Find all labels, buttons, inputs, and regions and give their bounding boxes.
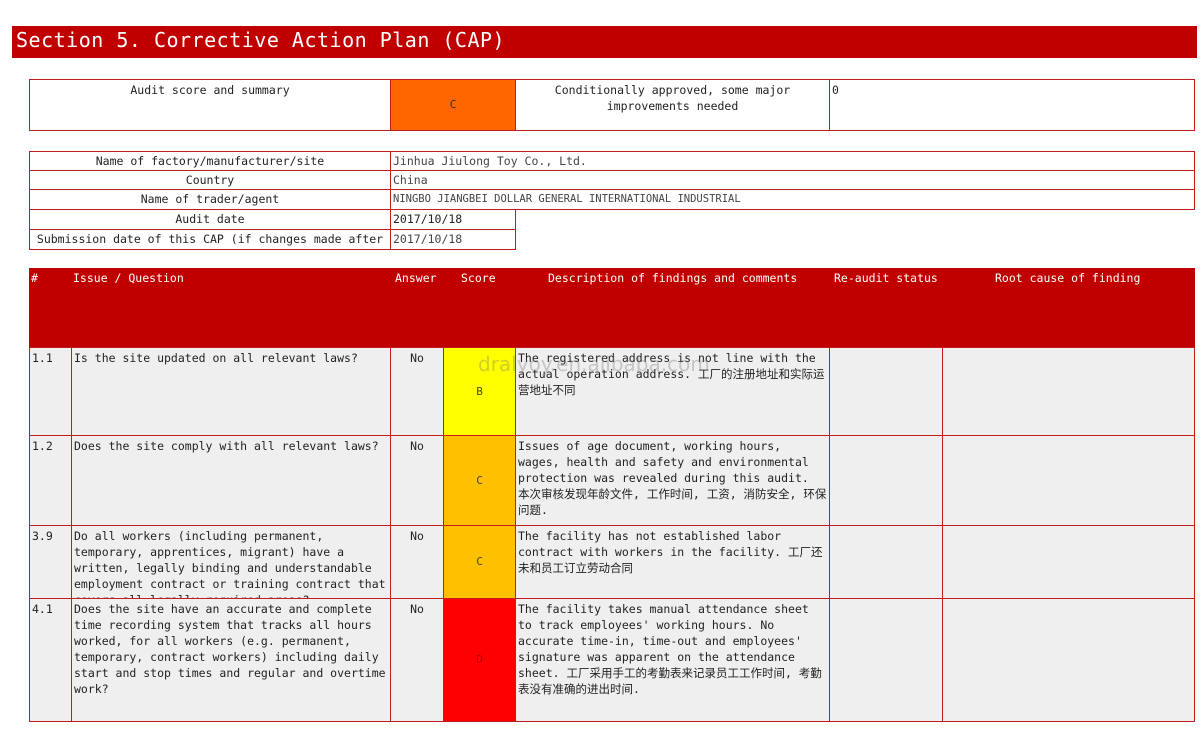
row-num: 1.2	[29, 435, 72, 526]
submission-date-value: 2017/10/18	[390, 229, 516, 250]
header-issue: Issue / Question	[73, 271, 184, 285]
country-value: China	[390, 170, 1195, 190]
row-score: C	[443, 435, 516, 526]
submission-date-label: Submission date of this CAP (if changes …	[29, 229, 391, 250]
row-root-cause	[942, 525, 1195, 599]
header-num: #	[31, 271, 38, 285]
section-title-bar: Section 5. Corrective Action Plan (CAP)	[12, 26, 1197, 58]
row-description: The facility has not established labor c…	[515, 525, 830, 599]
row-root-cause	[942, 435, 1195, 526]
row-root-cause	[942, 347, 1195, 436]
header-root-cause: Root cause of finding	[995, 271, 1141, 285]
watermark: dralyoy.en.alibaba.com	[478, 352, 710, 376]
summary-grade: C	[390, 79, 516, 131]
row-answer: No	[390, 347, 444, 436]
row-root-cause	[942, 598, 1195, 722]
row-answer: No	[390, 435, 444, 526]
trader-label: Name of trader/agent	[29, 189, 391, 210]
row-reaudit	[829, 525, 943, 599]
row-issue: Does the site comply with all relevant l…	[71, 435, 391, 526]
header-reaudit: Re-audit status	[834, 271, 938, 285]
row-issue: Is the site updated on all relevant laws…	[71, 347, 391, 436]
row-description: The facility takes manual attendance she…	[515, 598, 830, 722]
row-answer: No	[390, 525, 444, 599]
summary-value: 0	[829, 79, 1195, 131]
row-score: C	[443, 525, 516, 599]
audit-date-label: Audit date	[29, 209, 391, 230]
row-num: 1.1	[29, 347, 72, 436]
section-title: Section 5. Corrective Action Plan (CAP)	[16, 28, 506, 52]
summary-label: Audit score and summary	[29, 79, 391, 131]
cap-table-header: # Issue / Question Answer Score Descript…	[29, 268, 1195, 348]
summary-description: Conditionally approved, some major impro…	[515, 79, 830, 131]
country-label: Country	[29, 170, 391, 190]
row-reaudit	[829, 347, 943, 436]
row-reaudit	[829, 598, 943, 722]
row-issue: Does the site have an accurate and compl…	[71, 598, 391, 722]
header-answer: Answer	[395, 271, 437, 285]
trader-value: NINGBO JIANGBEI DOLLAR GENERAL INTERNATI…	[390, 189, 1195, 210]
row-answer: No	[390, 598, 444, 722]
row-issue: Do all workers (including permanent, tem…	[71, 525, 391, 599]
row-num: 4.1	[29, 598, 72, 722]
factory-label: Name of factory/manufacturer/site	[29, 151, 391, 171]
header-description: Description of findings and comments	[548, 271, 798, 285]
audit-date-value: 2017/10/18	[390, 209, 516, 230]
row-score: D	[443, 598, 516, 722]
row-reaudit	[829, 435, 943, 526]
row-description: Issues of age document, working hours, w…	[515, 435, 830, 526]
header-score: Score	[461, 271, 496, 285]
row-num: 3.9	[29, 525, 72, 599]
factory-value: Jinhua Jiulong Toy Co., Ltd.	[390, 151, 1195, 171]
